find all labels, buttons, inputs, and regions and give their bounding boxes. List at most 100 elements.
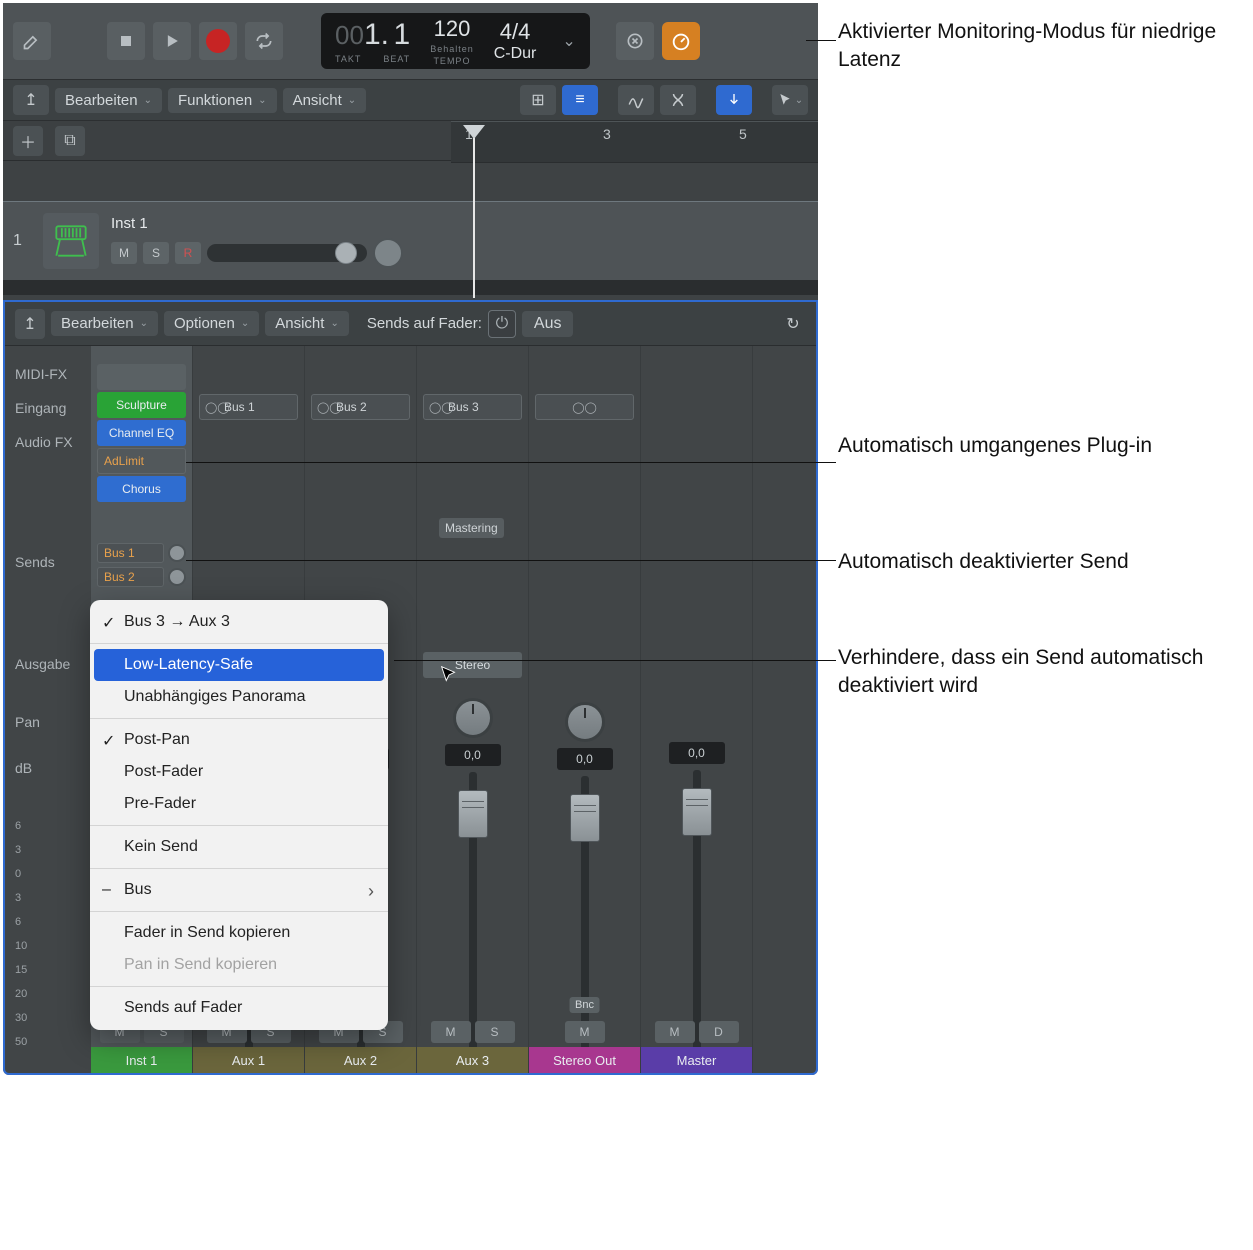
automation-button[interactable] [618,85,654,115]
audiofx-adlimit-bypassed[interactable]: AdLimit [97,448,186,474]
volume-slider[interactable] [207,244,367,262]
edit-menu[interactable]: Bearbeiten⌄ [55,88,162,113]
mixer-options-menu[interactable]: Optionen⌄ [164,311,259,336]
menu-independent-pan[interactable]: Unabhängiges Panorama [90,681,388,713]
channel-name-stereo[interactable]: Stereo Out [529,1047,640,1073]
aux2-input-bus2[interactable]: ◯◯Bus 2 [311,394,410,420]
key-value[interactable]: C-Dur [494,45,537,63]
rec-enable-button[interactable]: R [175,242,201,264]
callout-low-latency: Aktivierter Monitoring-Modus für niedrig… [838,18,1218,75]
mixer-uplevel-button[interactable]: ↥ [15,309,45,339]
channel-name-aux1[interactable]: Aux 1 [193,1047,304,1073]
midifx-slot[interactable] [97,364,186,390]
send-bus2-knob[interactable] [168,568,186,586]
mixer-refresh-button[interactable]: ↻ [780,309,806,339]
takt-value[interactable]: 1. [364,18,389,51]
channel-name-aux2[interactable]: Aux 2 [305,1047,416,1073]
duplicate-track-button[interactable]: ⧉ [55,126,85,156]
menu-post-fader[interactable]: Post-Fader [90,756,388,788]
menu-copy-pan: Pan in Send kopieren [90,949,388,981]
aux3-input-bus3[interactable]: ◯◯Bus 3 [423,394,522,420]
tempo-label: TEMPO [433,56,470,66]
add-track-button[interactable]: ＋ [13,126,43,156]
send-context-menu: Bus 3 → Aux 3 Low-Latency-Safe Unabhängi… [90,600,388,1030]
aux3-db[interactable]: 0,0 [445,744,501,766]
stereo-icon: ◯◯ [317,401,342,414]
record-button[interactable] [199,22,237,60]
tempo-value[interactable]: 120 [434,16,471,42]
send-bus2[interactable]: Bus 2 [97,567,164,587]
flex-button[interactable] [660,85,696,115]
solo-button[interactable]: S [143,242,169,264]
stereo-pan[interactable] [565,702,605,742]
timesig-value[interactable]: 4/4 [500,19,531,45]
input-slot-sculpture[interactable]: Sculpture [97,392,186,418]
master-mute[interactable]: M [655,1021,695,1043]
track-row[interactable]: 1 Inst 1 M S R [3,201,818,281]
mastering-label: Mastering [439,518,504,538]
stereo-icon: ◯◯ [205,401,230,414]
callout-bypassed-plugin: Automatisch umgangenes Plug-in [838,432,1218,460]
master-db[interactable]: 0,0 [669,742,725,764]
menu-bus-submenu[interactable]: Bus [90,874,388,906]
stereo-fader[interactable] [570,794,600,842]
stop-button[interactable] [107,22,145,60]
rowlabel-pan: Pan [5,714,91,730]
send-bus1[interactable]: Bus 1 [97,543,164,563]
lcd-chevron-icon[interactable]: ⌄ [562,31,575,51]
stereo-input[interactable]: ◯◯ [535,394,634,420]
play-button[interactable] [153,22,191,60]
bounce-button[interactable]: Bnc [569,997,600,1013]
master-dim[interactable]: D [699,1021,739,1043]
sends-power-button[interactable]: ⏻ [488,310,516,338]
close-extra-button[interactable] [616,22,654,60]
menu-post-pan[interactable]: Post-Pan [90,724,388,756]
edit-tool-button[interactable] [13,22,51,60]
cycle-button[interactable] [245,22,283,60]
channel-name-inst1[interactable]: Inst 1 [91,1047,192,1073]
editor-toolbar: ↥ Bearbeiten⌄ Funktionen⌄ Ansicht⌄ ⊞ ≡ ⌄ [3,79,818,121]
channel-aux3: ◯◯Bus 3 Mastering Stereo 0,0 MS Aux 3 [417,346,529,1073]
functions-menu[interactable]: Funktionen⌄ [168,88,277,113]
timeline-ruler[interactable]: 1 3 5 [451,121,818,163]
audiofx-chorus[interactable]: Chorus [97,476,186,502]
sends-off-button[interactable]: Aus [522,311,574,337]
pointer-tool-button[interactable]: ⌄ [772,85,808,115]
menu-low-latency-safe[interactable]: Low-Latency-Safe [94,649,384,681]
audiofx-channel-eq[interactable]: Channel EQ [97,420,186,446]
mixer-view-menu[interactable]: Ansicht⌄ [265,311,349,336]
low-latency-button[interactable] [662,22,700,60]
view-menu[interactable]: Ansicht⌄ [283,88,367,113]
aux3-mute[interactable]: M [431,1021,471,1043]
playhead[interactable] [463,125,485,298]
beat-value[interactable]: 1 [393,18,410,51]
functions-menu-label: Funktionen [178,92,252,109]
up-level-button[interactable]: ↥ [13,85,49,115]
menu-pre-fader[interactable]: Pre-Fader [90,788,388,820]
stereo-mute[interactable]: M [565,1021,605,1043]
aux3-solo[interactable]: S [475,1021,515,1043]
channel-name-aux3[interactable]: Aux 3 [417,1047,528,1073]
mute-button[interactable]: M [111,242,137,264]
mixer-view-label: Ansicht [275,315,324,332]
aux3-pan[interactable] [453,698,493,738]
beat-label: BEAT [383,54,410,64]
menu-copy-fader[interactable]: Fader in Send kopieren [90,917,388,949]
master-fader[interactable] [682,788,712,836]
grid-snap-button[interactable]: ⊞ [520,85,556,115]
channel-name-master[interactable]: Master [641,1047,752,1073]
aux1-input-bus1[interactable]: ◯◯Bus 1 [199,394,298,420]
pan-knob[interactable] [373,238,403,268]
mixer-edit-menu[interactable]: Bearbeiten⌄ [51,311,158,336]
aux3-fader[interactable] [458,790,488,838]
send-bus1-knob[interactable] [168,544,186,562]
callout-prevent-disable: Verhindere, dass ein Send automatisch de… [838,644,1218,701]
menu-title[interactable]: Bus 3 → Aux 3 [90,606,388,638]
menu-no-send[interactable]: Kein Send [90,831,388,863]
track-name[interactable]: Inst 1 [111,215,403,232]
stereo-db[interactable]: 0,0 [557,748,613,770]
menu-sends-on-fader[interactable]: Sends auf Fader [90,992,388,1024]
catch-button[interactable] [716,85,752,115]
rowlabel-midifx: MIDI-FX [5,366,91,382]
list-view-button[interactable]: ≡ [562,85,598,115]
